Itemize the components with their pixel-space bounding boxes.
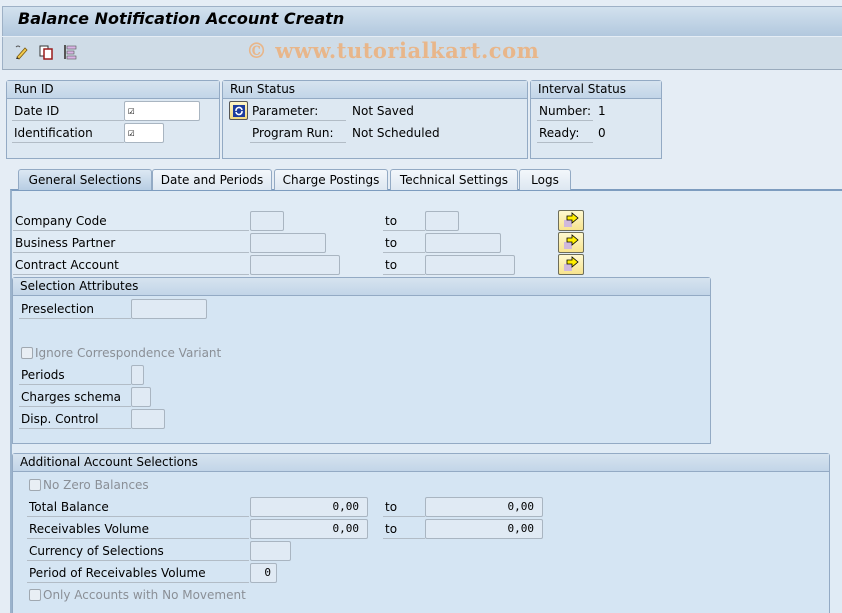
company-code-to-label: to: [383, 211, 425, 231]
business-partner-multiple-selection-button[interactable]: [558, 232, 584, 253]
disp-control-label: Disp. Control: [19, 409, 131, 429]
edit-pencil-icon[interactable]: [14, 44, 30, 60]
preselection-label: Preselection: [19, 299, 131, 319]
charges-schema-field[interactable]: [131, 387, 151, 407]
tab-general-selections[interactable]: General Selections: [18, 169, 152, 190]
selection-attributes-heading: Selection Attributes: [13, 278, 710, 296]
disp-control-field[interactable]: [131, 409, 165, 429]
ignore-correspondence-variant-label: Ignore Correspondence Variant: [35, 346, 222, 360]
contract-account-label: Contract Account: [13, 255, 249, 275]
business-partner-label: Business Partner: [13, 233, 249, 253]
receivables-volume-label: Receivables Volume: [27, 519, 249, 539]
receivables-volume-to-label: to: [383, 519, 425, 539]
company-code-to[interactable]: [425, 211, 459, 231]
total-balance-to-label: to: [383, 497, 425, 517]
total-balance-label: Total Balance: [27, 497, 249, 517]
contract-account-to-label: to: [383, 255, 425, 275]
receivables-volume-to[interactable]: 0,00: [425, 519, 543, 539]
period-of-receivables-volume-label: Period of Receivables Volume: [27, 563, 249, 583]
date-id-label: Date ID: [12, 101, 124, 121]
checkbox-box: [29, 479, 41, 491]
tab-logs[interactable]: Logs: [519, 169, 571, 190]
contract-account-from[interactable]: [250, 255, 340, 275]
contract-account-multiple-selection-button[interactable]: [558, 254, 584, 275]
page-title: Balance Notification Account Creatn: [18, 9, 345, 28]
interval-status-heading: Interval Status: [531, 81, 661, 99]
charges-schema-label: Charges schema: [19, 387, 131, 407]
company-code-from[interactable]: [250, 211, 284, 231]
run-id-heading: Run ID: [7, 81, 219, 99]
currency-of-selections-label: Currency of Selections: [27, 541, 249, 561]
business-partner-from[interactable]: [250, 233, 326, 253]
company-code-multiple-selection-button[interactable]: [558, 210, 584, 231]
only-accounts-no-movement-checkbox[interactable]: Only Accounts with No Movement: [27, 585, 246, 605]
company-code-label: Company Code: [13, 211, 249, 231]
refresh-button[interactable]: [229, 101, 248, 120]
program-run-label: Program Run:: [250, 123, 346, 143]
checkbox-box: [21, 347, 33, 359]
business-partner-to-label: to: [383, 233, 425, 253]
contract-account-to[interactable]: [425, 255, 515, 275]
currency-of-selections-field[interactable]: [250, 541, 291, 561]
ready-label: Ready:: [537, 123, 593, 143]
business-partner-to[interactable]: [425, 233, 501, 253]
total-balance-to[interactable]: 0,00: [425, 497, 543, 517]
date-id-field[interactable]: ☑: [124, 101, 200, 121]
tab-technical-settings[interactable]: Technical Settings: [390, 169, 518, 190]
no-zero-balances-checkbox[interactable]: No Zero Balances: [27, 475, 149, 495]
identification-label: Identification: [12, 123, 124, 143]
watermark: © www.tutorialkart.com: [246, 38, 540, 63]
number-value: 1: [598, 104, 606, 118]
periods-label: Periods: [19, 365, 131, 385]
parameter-value: Not Saved: [352, 104, 414, 118]
additional-account-selections-heading: Additional Account Selections: [13, 454, 829, 472]
ignore-correspondence-variant-checkbox[interactable]: Ignore Correspondence Variant: [19, 343, 221, 363]
no-zero-balances-label: No Zero Balances: [43, 478, 149, 492]
identification-field[interactable]: ☑: [124, 123, 164, 143]
ready-value: 0: [598, 126, 606, 140]
multiple-selection-icon: [564, 256, 579, 271]
number-label: Number:: [537, 101, 593, 121]
tab-charge-postings[interactable]: Charge Postings: [274, 169, 388, 190]
multiple-selection-icon: [564, 212, 579, 227]
preselection-field[interactable]: [131, 299, 207, 319]
copy-icon[interactable]: [38, 44, 54, 60]
list-icon[interactable]: [62, 44, 78, 60]
only-accounts-no-movement-label: Only Accounts with No Movement: [43, 588, 246, 602]
parameter-label: Parameter:: [250, 101, 346, 121]
total-balance-from[interactable]: 0,00: [250, 497, 368, 517]
multiple-selection-icon: [564, 234, 579, 249]
refresh-icon: [232, 104, 245, 117]
run-status-heading: Run Status: [223, 81, 527, 99]
period-of-receivables-volume-field[interactable]: 0: [250, 563, 277, 583]
tab-date-and-periods[interactable]: Date and Periods: [152, 169, 272, 190]
periods-field[interactable]: [131, 365, 144, 385]
checkbox-box: [29, 589, 41, 601]
program-run-value: Not Scheduled: [352, 126, 440, 140]
receivables-volume-from[interactable]: 0,00: [250, 519, 368, 539]
